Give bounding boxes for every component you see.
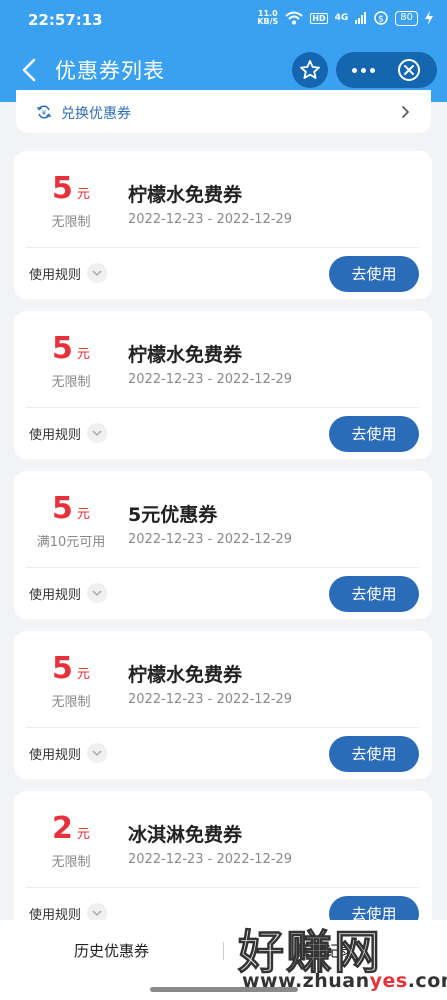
net-speed: 11.0 KB/S [257, 10, 278, 26]
coupon-date: 2022-12-23 - 2022-12-29 [128, 212, 293, 227]
use-coupon-button[interactable]: 去使用 [329, 416, 419, 452]
coupon-condition: 满10元可用 [36, 535, 106, 550]
usage-rules-label: 使用规则 [29, 587, 82, 603]
coupon-condition: 无限制 [51, 855, 91, 870]
wifi-icon [285, 11, 303, 25]
hd-badge: HD [310, 12, 328, 24]
coupon-condition: 无限制 [51, 695, 91, 710]
status-time: 22:57:13 [28, 11, 103, 29]
divider [26, 407, 420, 408]
coupon-date: 2022-12-23 - 2022-12-29 [128, 692, 293, 707]
divider [26, 727, 420, 728]
coupon-card: 5元 无限制 柠檬水免费券 2022-12-23 - 2022-12-29 使用… [14, 311, 432, 459]
chevron-down-icon [87, 423, 108, 443]
coupon-amount-value: 2 [52, 811, 73, 846]
use-coupon-button[interactable]: 去使用 [329, 576, 419, 612]
divider [223, 942, 224, 960]
favorite-button[interactable] [292, 52, 328, 88]
coupon-amount: 5元 [14, 491, 128, 526]
coupon-amount-unit: 元 [76, 347, 90, 362]
charging-icon [425, 11, 433, 25]
usage-rules-label: 使用规则 [29, 267, 82, 283]
coupon-amount-unit: 元 [76, 667, 90, 682]
signal-icon [355, 12, 367, 24]
coupon-condition: 无限制 [51, 375, 91, 390]
coupon-amount-value: 5 [52, 171, 73, 206]
coin-icon: $ [374, 11, 389, 25]
svg-text:$: $ [378, 15, 384, 25]
use-coupon-button[interactable]: 去使用 [329, 256, 419, 292]
usage-rules-toggle[interactable]: 使用规则 [29, 263, 108, 283]
close-icon[interactable] [397, 58, 421, 82]
history-coupons-link[interactable]: 历史优惠券 [74, 940, 149, 961]
more-icon[interactable] [336, 52, 390, 88]
status-bar: 22:57:13 11.0 KB/S HD 4G $ 80 [0, 0, 447, 38]
coupon-amount-unit: 元 [76, 187, 90, 202]
usage-rules-toggle[interactable]: 使用规则 [29, 583, 108, 603]
coupon-amount-value: 5 [52, 651, 73, 686]
usage-rules-label: 使用规则 [29, 747, 82, 763]
coupon-amount-unit: 元 [76, 827, 90, 842]
coupon-amount: 5元 [14, 171, 128, 206]
coupon-name: 柠檬水免费券 [128, 664, 243, 686]
coupon-date: 2022-12-23 - 2022-12-29 [128, 532, 293, 547]
divider [26, 567, 420, 568]
coupon-amount-value: 5 [52, 491, 73, 526]
usage-rules-toggle[interactable]: 使用规则 [29, 423, 108, 443]
exchange-coupon-label: 兑换优惠券 [61, 106, 131, 122]
coupon-name: 柠檬水免费券 [128, 344, 243, 366]
coupon-card: 5元 无限制 柠檬水免费券 2022-12-23 - 2022-12-29 使用… [14, 151, 432, 299]
exchange-coupon-row[interactable]: ¥ 兑换优惠券 [16, 90, 431, 133]
mini-app-capsule [336, 52, 437, 88]
home-indicator[interactable] [150, 987, 298, 992]
status-icons: 11.0 KB/S HD 4G $ 80 [257, 10, 433, 26]
coupon-card: 5元 无限制 柠檬水免费券 2022-12-23 - 2022-12-29 使用… [14, 631, 432, 779]
coupon-amount-unit: 元 [76, 507, 90, 522]
coupon-amount: 5元 [14, 331, 128, 366]
coupon-date: 2022-12-23 - 2022-12-29 [128, 372, 293, 387]
coupon-condition: 无限制 [51, 215, 91, 230]
signal-label: 4G [334, 13, 349, 23]
usage-rules-label: 使用规则 [29, 427, 82, 443]
exchange-icon: ¥ [36, 105, 52, 119]
coupon-amount: 5元 [14, 651, 128, 686]
svg-text:¥: ¥ [42, 109, 47, 117]
chevron-down-icon [87, 743, 108, 763]
star-icon [300, 60, 320, 79]
chevron-down-icon [87, 263, 108, 283]
coupon-amount: 2元 [14, 811, 128, 846]
other-records-link[interactable]: 其他记录 [295, 940, 355, 961]
coupon-amount-value: 5 [52, 331, 73, 366]
coupon-card: 2元 无限制 冰淇淋免费券 2022-12-23 - 2022-12-29 使用… [14, 791, 432, 939]
battery-level: 80 [395, 10, 418, 26]
coupon-name: 柠檬水免费券 [128, 184, 243, 206]
chevron-down-icon [87, 583, 108, 603]
coupon-name: 冰淇淋免费券 [128, 824, 243, 846]
coupon-date: 2022-12-23 - 2022-12-29 [128, 852, 293, 867]
use-coupon-button[interactable]: 去使用 [329, 736, 419, 772]
divider [26, 247, 420, 248]
page-title: 优惠券列表 [55, 59, 165, 83]
net-speed-unit: KB/S [257, 17, 279, 26]
chevron-right-icon [402, 106, 410, 118]
usage-rules-toggle[interactable]: 使用规则 [29, 743, 108, 763]
coupon-card: 5元 满10元可用 5元优惠券 2022-12-23 - 2022-12-29 … [14, 471, 432, 619]
back-icon[interactable] [16, 54, 44, 86]
coupon-name: 5元优惠券 [128, 504, 218, 526]
divider [26, 887, 420, 888]
